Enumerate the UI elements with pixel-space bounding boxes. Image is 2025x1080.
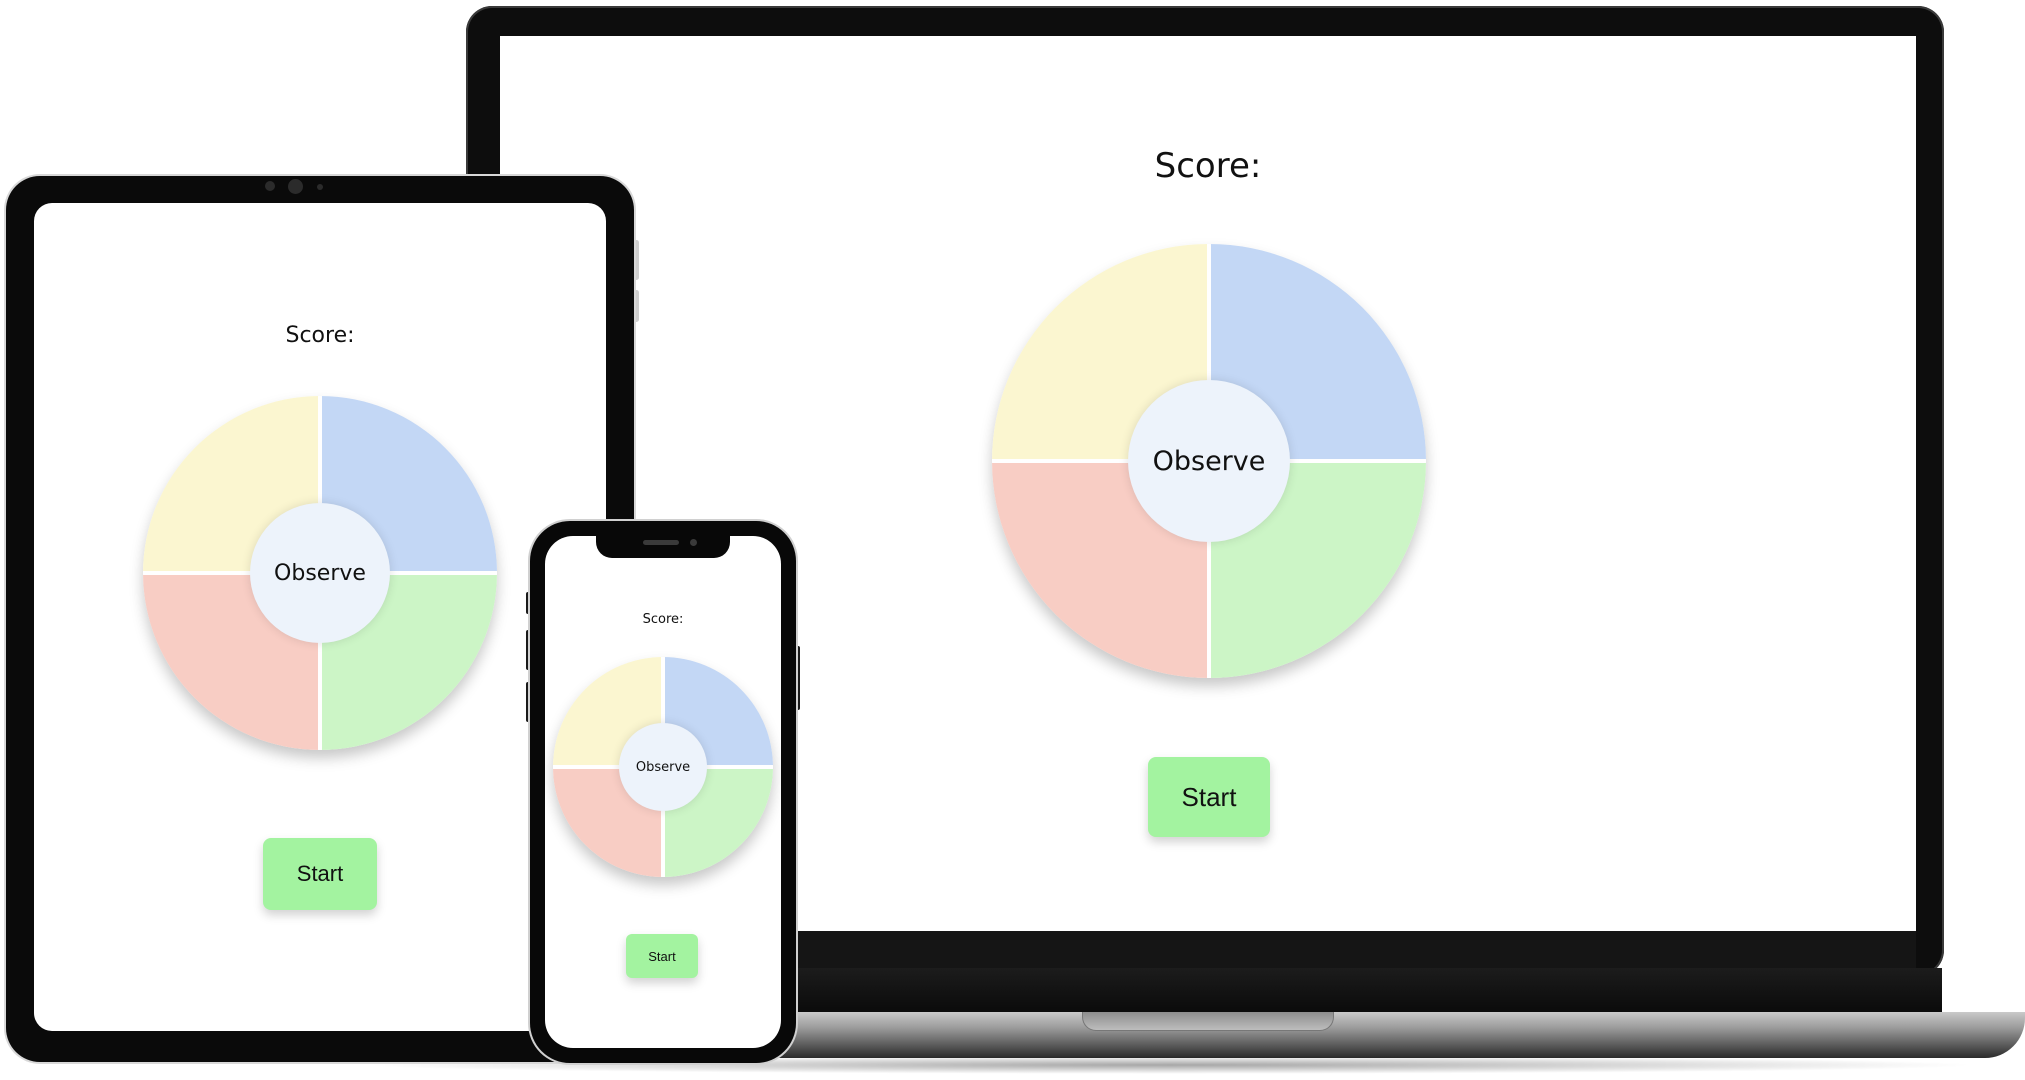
device-mockup-scene: Score: Observe Start Score: Observe Star…	[0, 0, 2025, 1080]
tablet-camera-icon	[265, 181, 275, 191]
simon-board: Observe	[143, 396, 497, 750]
laptop-opening-notch	[1082, 1012, 1334, 1031]
start-button[interactable]: Start	[626, 934, 698, 978]
tablet-sensor-icon	[317, 184, 323, 190]
start-button[interactable]: Start	[263, 838, 377, 910]
phone-speaker-icon	[643, 540, 679, 545]
phone-power-button	[796, 646, 800, 710]
phone-notch	[596, 534, 730, 558]
phone-camera-icon	[690, 539, 697, 546]
simon-board: Observe	[992, 244, 1426, 678]
phone-screen: Score: Observe Start	[545, 536, 781, 1048]
tablet-screen: Score: Observe Start	[34, 203, 606, 1031]
observe-indicator: Observe	[1128, 380, 1290, 542]
score-label: Score:	[285, 323, 355, 348]
observe-indicator: Observe	[250, 503, 390, 643]
tablet-side-button	[634, 240, 639, 280]
start-button[interactable]: Start	[1148, 757, 1270, 837]
tablet-side-button	[634, 290, 639, 322]
simon-board: Observe	[553, 657, 773, 877]
tablet-camera-icon	[288, 179, 303, 194]
score-label: Score:	[642, 612, 684, 627]
observe-indicator: Observe	[619, 723, 707, 811]
score-label: Score:	[1154, 146, 1262, 186]
